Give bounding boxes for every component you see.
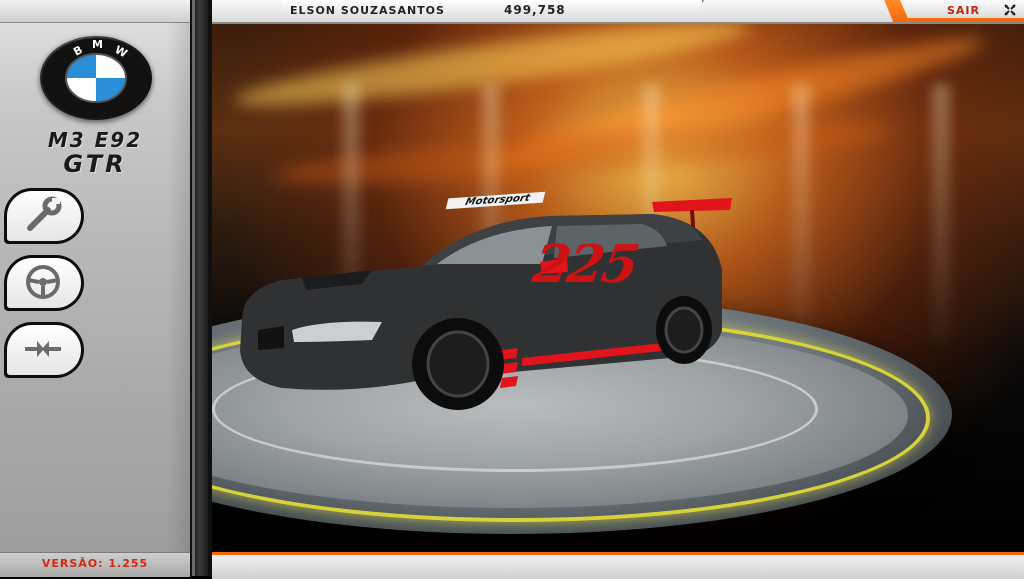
panel-divider (190, 0, 212, 576)
light-beam (792, 84, 810, 344)
race-car (240, 198, 732, 410)
bmw-roundel-icon: B M W (42, 38, 150, 118)
car-model-variant: GTR (63, 150, 127, 178)
car-showroom-viewport[interactable]: Motorsport 225 (212, 24, 1024, 552)
race-number: 225 (528, 234, 642, 295)
bmw-logo: B M W (40, 36, 152, 120)
compare-button[interactable] (4, 322, 84, 378)
version-label: VERSÃO: 1.255 (41, 557, 149, 570)
divider-rail (194, 0, 208, 576)
bottom-bar (212, 552, 1024, 579)
car-model-name: M3 E92 (47, 128, 143, 152)
player-name: ELSON SOUZASANTOS (290, 4, 445, 17)
left-top-strip (0, 0, 190, 23)
panel-shade (168, 22, 190, 552)
car-info-panel: B M W M3 E92 GTR VERSÃO: 1.255 (0, 0, 190, 577)
svg-text:M: M (92, 38, 103, 51)
close-arrows-icon[interactable] (1004, 4, 1016, 16)
top-bar: ELSON SOUZASANTOS 499,758 SAIR (212, 0, 1024, 24)
exit-button[interactable]: SAIR (947, 4, 980, 17)
tune-button[interactable] (4, 188, 84, 244)
steering-wheel-icon (26, 265, 60, 299)
compare-arrows-icon (25, 341, 61, 357)
version-bar: VERSÃO: 1.255 (0, 552, 190, 577)
divider-edge (192, 0, 195, 576)
money-balance: 499,758 (504, 3, 566, 17)
drive-button[interactable] (4, 255, 84, 311)
wrench-icon (27, 196, 62, 231)
light-beam (932, 84, 950, 344)
